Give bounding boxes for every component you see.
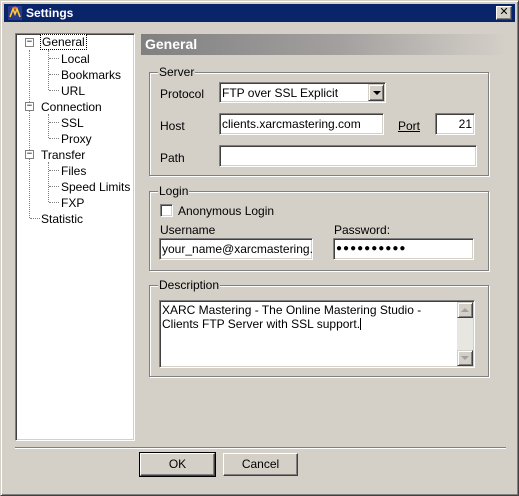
tree-line bbox=[48, 50, 49, 90]
tree-item-files[interactable]: Files bbox=[60, 164, 87, 178]
tree-item-statistic[interactable]: Statistic bbox=[40, 212, 84, 226]
server-group-title: Server bbox=[158, 65, 196, 79]
port-label: Port bbox=[398, 119, 420, 133]
cancel-button-label: Cancel bbox=[241, 457, 280, 471]
chevron-down-icon[interactable] bbox=[368, 84, 384, 101]
tree-line bbox=[49, 58, 59, 59]
tree-item-label: Connection bbox=[41, 100, 102, 114]
tree-item-connection[interactable]: Connection bbox=[40, 100, 103, 114]
tree-line bbox=[49, 170, 59, 171]
host-input[interactable]: clients.xarcmastering.com bbox=[219, 113, 384, 135]
tree-line bbox=[49, 138, 59, 139]
scroll-up-icon[interactable] bbox=[457, 302, 473, 318]
scroll-down-icon[interactable] bbox=[457, 350, 473, 366]
protocol-dropdown[interactable]: FTP over SSL Explicit bbox=[219, 82, 386, 103]
window-title: Settings bbox=[26, 6, 74, 20]
description-scrollbar[interactable] bbox=[457, 302, 473, 366]
tree-item-label: Files bbox=[61, 164, 87, 178]
path-label: Path bbox=[160, 151, 185, 165]
password-value: ●●●●●●●●●● bbox=[336, 243, 407, 254]
title-bar[interactable]: Settings ✕ bbox=[4, 4, 515, 22]
tree-line bbox=[48, 162, 49, 202]
ok-button-label: OK bbox=[168, 457, 187, 471]
username-input[interactable]: your_name@xarcmastering.co bbox=[159, 238, 313, 260]
path-input[interactable] bbox=[219, 145, 477, 167]
app-icon bbox=[8, 6, 22, 20]
cancel-button[interactable]: Cancel bbox=[223, 453, 298, 476]
close-button[interactable]: ✕ bbox=[496, 6, 512, 20]
tree-item-proxy[interactable]: Proxy bbox=[60, 132, 93, 146]
anonymous-login-checkbox[interactable] bbox=[160, 204, 173, 217]
settings-tree[interactable]: − General Local Bookmarks URL − Connecti… bbox=[15, 33, 135, 441]
port-input[interactable]: 21 bbox=[435, 113, 475, 135]
tree-item-label: Speed Limits bbox=[61, 180, 131, 194]
tree-line bbox=[29, 50, 30, 218]
text-caret bbox=[360, 318, 362, 330]
tree-item-label: SSL bbox=[61, 116, 84, 130]
port-value: 21 bbox=[458, 117, 472, 131]
tree-item-ssl[interactable]: SSL bbox=[60, 116, 85, 130]
tree-item-transfer[interactable]: Transfer bbox=[40, 148, 86, 162]
description-text: XARC Mastering - The Online Mastering St… bbox=[162, 303, 422, 331]
tree-item-label: URL bbox=[61, 84, 86, 98]
anonymous-login-label[interactable]: Anonymous Login bbox=[178, 204, 274, 218]
tree-item-label: Statistic bbox=[41, 212, 84, 226]
tree-line bbox=[49, 186, 59, 187]
tree-item-label: FXP bbox=[61, 196, 85, 210]
port-label-text: Port bbox=[398, 119, 421, 133]
settings-window: Settings ✕ − General Local Bookmarks URL… bbox=[0, 0, 519, 496]
ok-button[interactable]: OK bbox=[139, 452, 216, 477]
collapse-icon[interactable]: − bbox=[25, 102, 34, 111]
separator bbox=[15, 447, 506, 449]
protocol-label: Protocol bbox=[160, 87, 205, 101]
host-value: clients.xarcmastering.com bbox=[222, 117, 361, 131]
tree-line bbox=[49, 202, 59, 203]
tree-item-label: Transfer bbox=[41, 148, 86, 162]
tree-item-label: Bookmarks bbox=[61, 68, 122, 82]
tree-line bbox=[49, 90, 59, 91]
description-textarea[interactable]: XARC Mastering - The Online Mastering St… bbox=[159, 300, 475, 368]
tree-item-fxp[interactable]: FXP bbox=[60, 196, 85, 210]
username-value: your_name@xarcmastering.co bbox=[162, 242, 313, 256]
password-input[interactable]: ●●●●●●●●●● bbox=[333, 238, 474, 260]
username-label: Username bbox=[160, 223, 216, 237]
protocol-value: FTP over SSL Explicit bbox=[222, 86, 339, 100]
tree-item-general[interactable]: General bbox=[40, 34, 87, 50]
tree-item-speed-limits[interactable]: Speed Limits bbox=[60, 180, 131, 194]
tree-line bbox=[49, 74, 59, 75]
tree-line bbox=[48, 114, 49, 138]
tree-item-label: Proxy bbox=[61, 132, 92, 146]
collapse-icon[interactable]: − bbox=[25, 38, 34, 47]
tree-item-label: General bbox=[40, 34, 87, 50]
panel-title: General bbox=[141, 34, 506, 55]
tree-item-local[interactable]: Local bbox=[60, 52, 91, 66]
collapse-icon[interactable]: − bbox=[25, 150, 34, 159]
tree-line bbox=[49, 122, 59, 123]
close-icon: ✕ bbox=[499, 6, 509, 18]
login-group-title: Login bbox=[158, 184, 190, 198]
host-label: Host bbox=[160, 119, 185, 133]
tree-item-bookmarks[interactable]: Bookmarks bbox=[60, 68, 122, 82]
tree-item-url[interactable]: URL bbox=[60, 84, 86, 98]
tree-item-label: Local bbox=[61, 52, 90, 66]
tree-line bbox=[30, 218, 40, 219]
description-group-title: Description bbox=[158, 278, 221, 292]
password-label: Password: bbox=[334, 223, 391, 237]
